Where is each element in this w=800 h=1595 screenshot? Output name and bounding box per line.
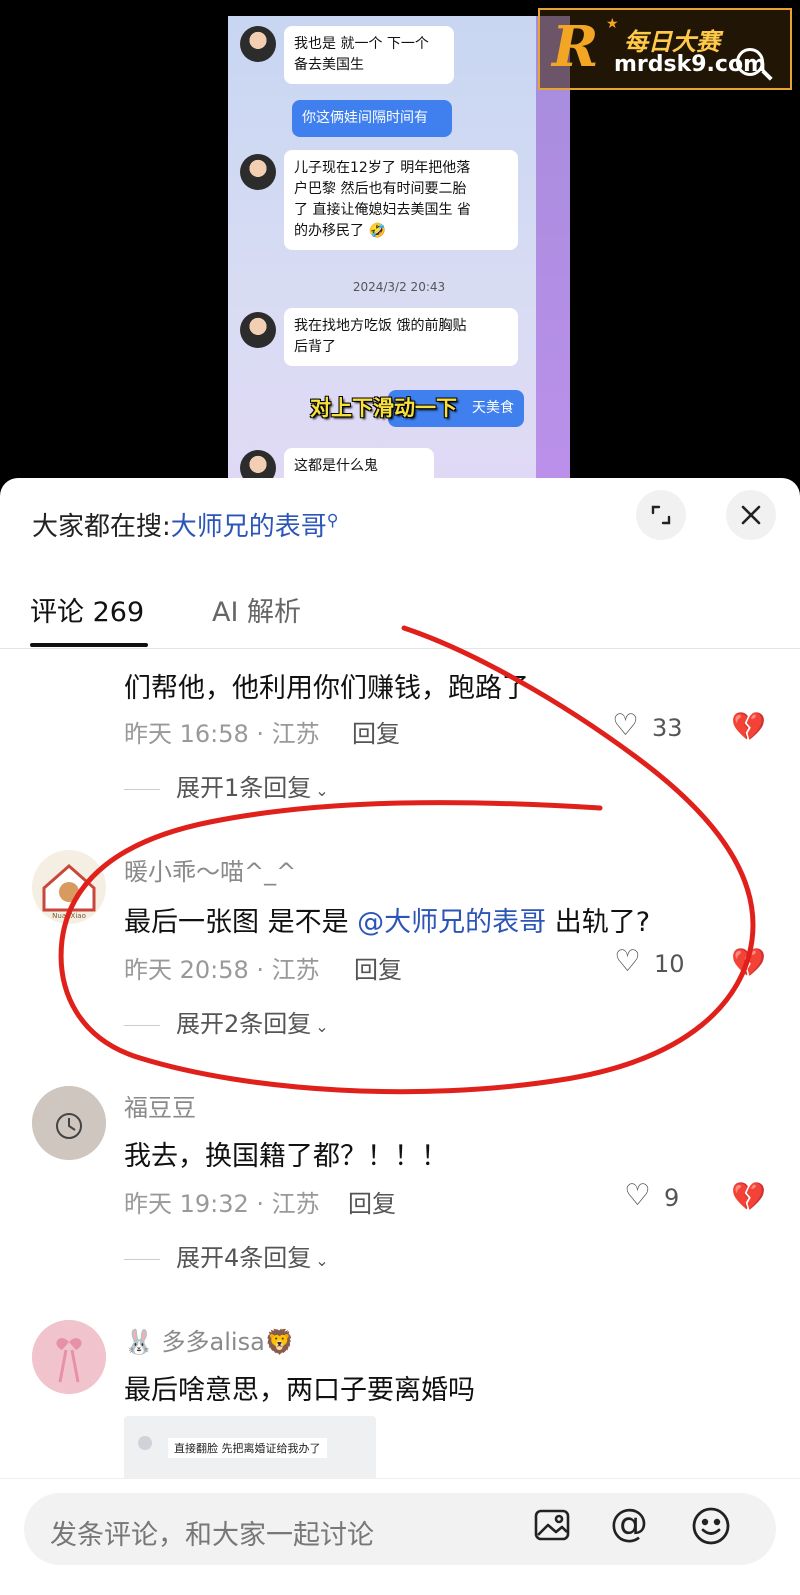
rabbit-emoji-icon: 🐰 <box>124 1328 154 1356</box>
comments-sheet: 大家都在搜:大师兄的表哥⚲ 评论 269 AI 解析 们帮他，他利用你们赚钱，跑… <box>0 478 800 1595</box>
video-player[interactable]: 我也是 就一个 下一个 备去美国生 你这俩娃间隔时间有 儿子现在12岁了 明年把… <box>0 0 800 480</box>
tab-active-indicator <box>30 643 148 647</box>
broken-heart-icon[interactable]: 💔 <box>731 946 766 979</box>
comment-image-text: 直接翻脸 先把离婚证给我办了 <box>168 1438 327 1458</box>
trending-search[interactable]: 大家都在搜:大师兄的表哥⚲ <box>32 506 339 543</box>
broken-heart-icon[interactable]: 💔 <box>731 710 766 743</box>
thumb-avatar <box>138 1436 152 1450</box>
chat-avatar <box>240 26 276 62</box>
chevron-down-icon: ⌄ <box>315 1251 329 1270</box>
mention-link[interactable]: @大师兄的表哥 <box>357 907 546 938</box>
emoji-icon[interactable] <box>690 1505 732 1556</box>
image-icon[interactable] <box>532 1505 572 1554</box>
comment-input-bar: 发条评论，和大家一起讨论 @ <box>0 1478 800 1595</box>
expand-replies-button[interactable]: 展开2条回复 ⌄ <box>124 1004 329 1039</box>
like-count: 33 <box>652 714 683 742</box>
comment-meta: 昨天 19:32 · 江苏 <box>124 1190 320 1218</box>
chat-message-me: 你这俩娃间隔时间有 <box>292 100 452 137</box>
chat-screenshot: 我也是 就一个 下一个 备去美国生 你这俩娃间隔时间有 儿子现在12岁了 明年把… <box>228 16 570 480</box>
chat-avatar <box>240 450 276 480</box>
trending-search-link[interactable]: 大师兄的表哥 <box>171 512 327 542</box>
comment-body: 我去，换国籍了都？！！！ <box>124 1141 448 1172</box>
video-caption: 对上下滑动一下 <box>310 396 457 420</box>
chat-message: 我也是 就一个 下一个 备去美国生 <box>284 26 454 84</box>
heart-icon[interactable]: ♡ <box>612 708 639 743</box>
watermark-logo: R ★ 每日大赛 mrdsk9.com <box>538 8 792 90</box>
broken-heart-icon[interactable]: 💔 <box>731 1180 766 1213</box>
expand-button[interactable] <box>636 490 686 540</box>
comment-input[interactable]: 发条评论，和大家一起讨论 @ <box>24 1493 776 1565</box>
tab-ai-analysis[interactable]: AI 解析 <box>212 590 301 629</box>
comment-author[interactable]: 🐰 多多alisa🦁 <box>124 1322 295 1357</box>
chat-avatar <box>240 312 276 348</box>
comment-input-placeholder: 发条评论，和大家一起讨论 <box>50 1520 374 1551</box>
avatar-image <box>32 1320 106 1394</box>
heart-icon[interactable]: ♡ <box>624 1178 651 1213</box>
chat-avatar <box>240 154 276 190</box>
reply-button[interactable]: 回复 <box>352 714 400 749</box>
like-count: 9 <box>664 1184 680 1212</box>
expand-replies-button[interactable]: 展开4条回复 ⌄ <box>124 1238 329 1273</box>
chevron-down-icon: ⌄ <box>315 781 329 800</box>
star-icon: ★ <box>606 16 619 32</box>
reply-button[interactable]: 回复 <box>348 1184 396 1219</box>
lion-emoji-icon: 🦁 <box>264 1328 295 1356</box>
chevron-down-icon: ⌄ <box>315 1017 329 1036</box>
tab-comments[interactable]: 评论 269 <box>30 590 144 629</box>
like-count: 10 <box>654 950 685 978</box>
comment-meta: 昨天 20:58 · 江苏 <box>124 956 320 984</box>
magnifier-icon <box>736 48 764 76</box>
comment-meta: 昨天 16:58 · 江苏 <box>124 720 320 748</box>
close-button[interactable] <box>726 490 776 540</box>
avatar[interactable] <box>32 1086 106 1160</box>
at-icon[interactable]: @ <box>610 1501 648 1545</box>
logo-letter: R <box>552 14 599 80</box>
svg-text:NuanXiao: NuanXiao <box>52 912 86 920</box>
avatar[interactable]: NuanXiao <box>32 850 106 924</box>
chat-message: 儿子现在12岁了 明年把他落 户巴黎 然后也有时间要二胎 了 直接让俺媳妇去美国… <box>284 150 518 250</box>
comment-body: 最后啥意思，两口子要离婚吗 <box>124 1375 475 1406</box>
expand-replies-button[interactable]: 展开1条回复 ⌄ <box>124 768 329 803</box>
avatar-image: NuanXiao <box>42 864 96 920</box>
avatar[interactable] <box>32 1320 106 1394</box>
chat-message: 我在找地方吃饭 饿的前胸贴 后背了 <box>284 308 518 366</box>
comment-author[interactable]: 暖小乖～喵^_^ <box>124 852 296 887</box>
chat-message: 这都是什么鬼 <box>284 448 434 480</box>
heart-icon[interactable]: ♡ <box>614 944 641 979</box>
search-small-icon: ⚲ <box>326 510 339 530</box>
avatar-image <box>32 1086 106 1160</box>
comment-author[interactable]: 福豆豆 <box>124 1088 196 1123</box>
trending-search-prefix: 大家都在搜: <box>32 512 171 542</box>
laugh-cry-emoji-icon: 🤣 <box>368 223 386 239</box>
comment-body: 最后一张图 是不是 @大师兄的表哥 出轨了? <box>124 907 651 938</box>
comment-body: 们帮他，他利用你们赚钱，跑路了 <box>124 673 529 704</box>
reply-button[interactable]: 回复 <box>354 950 402 985</box>
comment-image[interactable]: 直接翻脸 先把离婚证给我办了 <box>124 1416 376 1486</box>
close-icon <box>741 505 761 525</box>
chat-timestamp: 2024/3/2 20:43 <box>352 280 446 294</box>
divider <box>0 648 800 649</box>
expand-icon <box>651 505 671 525</box>
